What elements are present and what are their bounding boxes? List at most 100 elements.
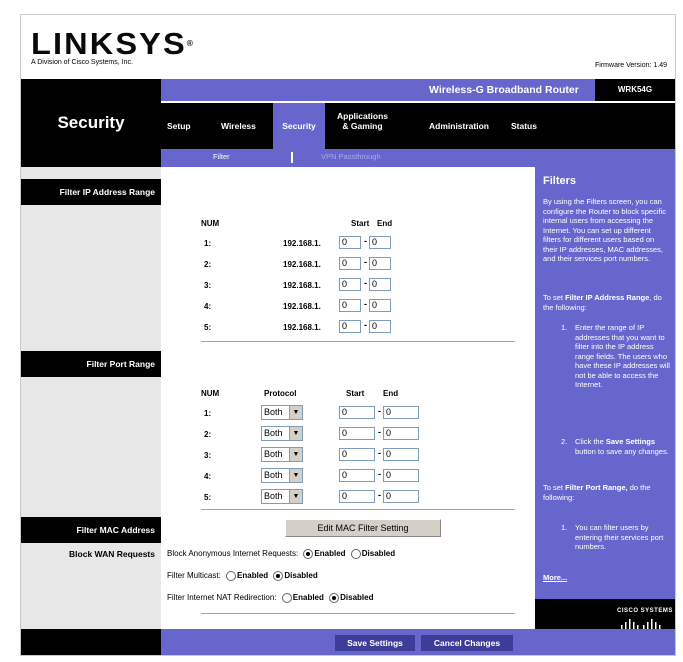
ip-row-num: 5: — [204, 323, 212, 332]
filter-nat-label: Filter Internet NAT Redirection: — [167, 593, 277, 603]
ip-end-input[interactable]: 0 — [369, 236, 391, 249]
ip-row-num: 2: — [204, 260, 212, 269]
tab-applications-gaming[interactable]: Applications & Gaming — [337, 111, 388, 131]
nat-enabled-label: Enabled — [292, 593, 324, 603]
help-step2-pre: Click the — [575, 437, 606, 446]
tab-status[interactable]: Status — [511, 121, 537, 131]
help-ip-bold: Filter IP Address Range — [565, 293, 650, 302]
tab-security[interactable]: Security — [273, 103, 325, 149]
subtab-vpn-passthrough[interactable]: VPN Passthrough — [321, 152, 381, 161]
tab-setup[interactable]: Setup — [167, 121, 191, 131]
block-anonymous-label: Block Anonymous Internet Requests: — [167, 549, 299, 559]
protocol-select[interactable]: Both ▼ — [261, 405, 303, 420]
cancel-changes-button[interactable]: Cancel Changes — [421, 635, 513, 651]
help-port-bold: Filter Port Range, — [565, 483, 628, 492]
help-step2-bold: Save Settings — [605, 437, 656, 446]
port-start-header: Start — [346, 389, 365, 398]
footer-black-block — [21, 629, 161, 655]
section-divider — [201, 509, 515, 510]
protocol-select[interactable]: Both ▼ — [261, 426, 303, 441]
dropdown-arrow-icon: ▼ — [289, 448, 302, 461]
help-panel: Filters By using the Filters screen, you… — [535, 167, 675, 641]
help-more-link[interactable]: More... — [543, 573, 567, 583]
product-bar: Wireless-G Broadband Router WRK54G — [161, 79, 675, 101]
port-row-num: 5: — [204, 493, 212, 502]
multicast-disabled-label: Disabled — [284, 571, 318, 581]
ip-end-input[interactable]: 0 — [369, 320, 391, 333]
ip-row-num: 1: — [204, 239, 212, 248]
ip-start-input[interactable]: 0 — [339, 278, 361, 291]
dropdown-arrow-icon: ▼ — [289, 406, 302, 419]
tab-administration[interactable]: Administration — [429, 121, 489, 131]
subtab-divider — [291, 152, 293, 163]
protocol-value: Both — [264, 449, 283, 459]
port-start-input[interactable]: 0 — [339, 490, 375, 503]
port-start-input[interactable]: 0 — [339, 448, 375, 461]
port-row-num: 3: — [204, 451, 212, 460]
range-dash: - — [378, 427, 381, 437]
port-start-input[interactable]: 0 — [339, 469, 375, 482]
ip-num-header: NUM — [201, 219, 220, 228]
linksys-logo: LINKSYS® — [31, 26, 193, 61]
help-ip-step2: Click the Save Settings button to save a… — [575, 437, 671, 456]
help-ip-step2-num: 2. — [561, 437, 568, 446]
help-port-step1-num: 1. — [561, 523, 568, 532]
nav-band: Security Wireless-G Broadband Router WRK… — [21, 79, 675, 167]
multicast-enabled-radio[interactable] — [226, 571, 237, 581]
port-end-header: End — [383, 389, 399, 398]
ip-start-header: Start — [351, 219, 370, 228]
edit-mac-filter-button[interactable]: Edit MAC Filter Setting — [285, 519, 441, 537]
product-name: Wireless-G Broadband Router — [429, 84, 579, 96]
ip-start-input[interactable]: 0 — [339, 257, 361, 270]
save-settings-button[interactable]: Save Settings — [335, 635, 415, 651]
left-column: Filter IP Address Range Filter Port Rang… — [21, 167, 161, 641]
range-dash: - — [364, 236, 367, 246]
range-dash: - — [378, 469, 381, 479]
anon-disabled-label: Disabled — [361, 549, 396, 559]
sub-tabs: Filter VPN Passthrough — [161, 149, 675, 167]
ip-prefix: 192.168.1. — [283, 260, 321, 269]
ip-start-input[interactable]: 0 — [339, 299, 361, 312]
anon-enabled-radio[interactable] — [303, 549, 314, 559]
ip-row-num: 3: — [204, 281, 212, 290]
main-content: NUM Start End 1: 192.168.1. 0 - 0 2: 192… — [161, 167, 535, 641]
ip-prefix: 192.168.1. — [283, 323, 321, 332]
port-num-header: NUM — [201, 389, 220, 398]
protocol-select[interactable]: Both ▼ — [261, 468, 303, 483]
footer-bar: Save Settings Cancel Changes — [21, 629, 675, 655]
protocol-value: Both — [264, 470, 283, 480]
multicast-disabled-radio[interactable] — [273, 571, 284, 581]
port-row-num: 1: — [204, 409, 212, 418]
ip-start-input[interactable]: 0 — [339, 236, 361, 249]
anon-disabled-radio[interactable] — [350, 549, 361, 559]
ip-prefix: 192.168.1. — [283, 239, 321, 248]
protocol-value: Both — [264, 428, 283, 438]
port-protocol-header: Protocol — [264, 389, 297, 398]
ip-start-input[interactable]: 0 — [339, 320, 361, 333]
port-start-input[interactable]: 0 — [339, 427, 375, 440]
nat-enabled-radio[interactable] — [281, 593, 292, 603]
range-dash: - — [364, 299, 367, 309]
ip-end-input[interactable]: 0 — [369, 278, 391, 291]
subtab-filter[interactable]: Filter — [213, 152, 230, 161]
anon-enabled-label: Enabled — [314, 549, 346, 559]
port-end-input[interactable]: 0 — [383, 427, 419, 440]
ip-end-input[interactable]: 0 — [369, 257, 391, 270]
port-end-input[interactable]: 0 — [383, 448, 419, 461]
ip-end-input[interactable]: 0 — [369, 299, 391, 312]
port-end-input[interactable]: 0 — [383, 406, 419, 419]
port-start-input[interactable]: 0 — [339, 406, 375, 419]
nat-disabled-radio[interactable] — [329, 593, 340, 603]
port-end-input[interactable]: 0 — [383, 469, 419, 482]
tab-wireless[interactable]: Wireless — [221, 121, 256, 131]
help-ip-pre: To set — [543, 293, 566, 302]
tab-security-label: Security — [282, 121, 316, 131]
filter-multicast-label: Filter Multicast: — [167, 571, 221, 581]
help-intro: By using the Filters screen, you can con… — [543, 197, 666, 263]
protocol-select[interactable]: Both ▼ — [261, 447, 303, 462]
section-divider — [201, 613, 515, 614]
port-end-input[interactable]: 0 — [383, 490, 419, 503]
protocol-select[interactable]: Both ▼ — [261, 489, 303, 504]
help-step2-post: button to save any changes. — [575, 446, 669, 456]
ip-prefix: 192.168.1. — [283, 302, 321, 311]
